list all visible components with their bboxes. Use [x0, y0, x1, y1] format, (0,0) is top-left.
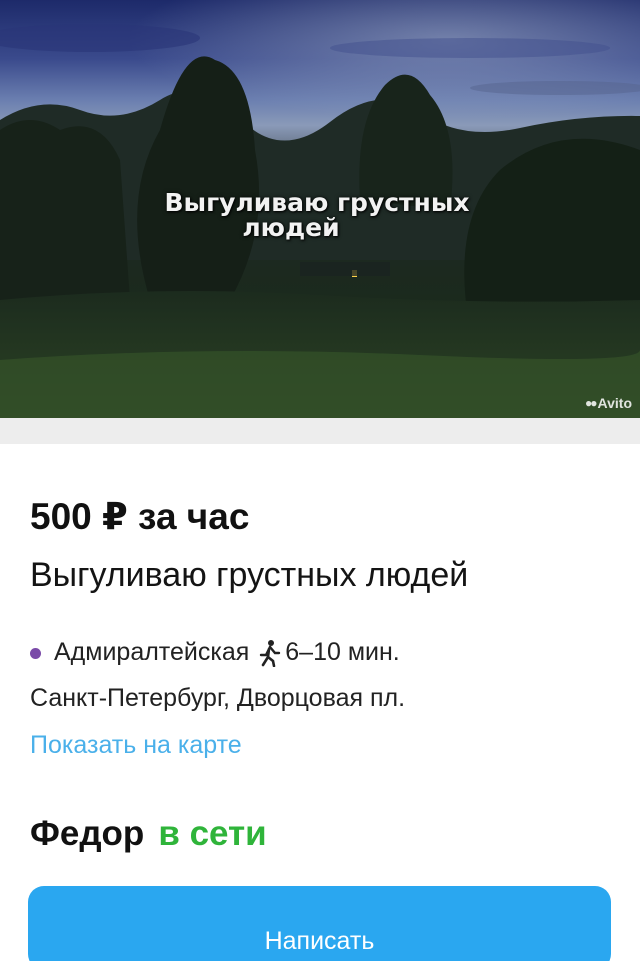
listing-page: Выгуливаю грустных людей ●● Avito 500 ₽ … [0, 0, 640, 961]
photo-caption-line-1: Выгуливаю грустных [164, 188, 470, 217]
photo-separator [0, 418, 640, 444]
metro-line-dot-icon [30, 648, 41, 659]
avito-watermark-text: Avito [597, 395, 632, 411]
avito-logo-icon: ●● [585, 396, 597, 410]
write-message-button[interactable]: Написать [28, 886, 611, 961]
listing-title: Выгуливаю грустных людей [30, 556, 469, 594]
listing-address: Санкт-Петербург, Дворцовая пл. [30, 684, 406, 712]
photo-caption-line-2: людей [242, 213, 340, 242]
metro-walk-time: 6–10 мин. [285, 638, 400, 666]
show-on-map-link[interactable]: Показать на карте [30, 731, 242, 760]
listing-photo[interactable]: Выгуливаю грустных людей ●● Avito [0, 0, 640, 418]
seller-online-status: в сети [158, 814, 267, 853]
listing-price: 500 ₽ за час [30, 496, 250, 537]
seller-name[interactable]: Федор [30, 814, 144, 854]
avito-watermark: ●● Avito [585, 395, 632, 411]
photo-caption: Выгуливаю грустных людей [0, 190, 640, 240]
metro-info: Адмиралтейская 6–10 мин. [30, 638, 400, 667]
seller-info[interactable]: Федор в сети [30, 814, 267, 854]
metro-station: Адмиралтейская [54, 638, 250, 666]
walking-person-icon [260, 639, 281, 667]
